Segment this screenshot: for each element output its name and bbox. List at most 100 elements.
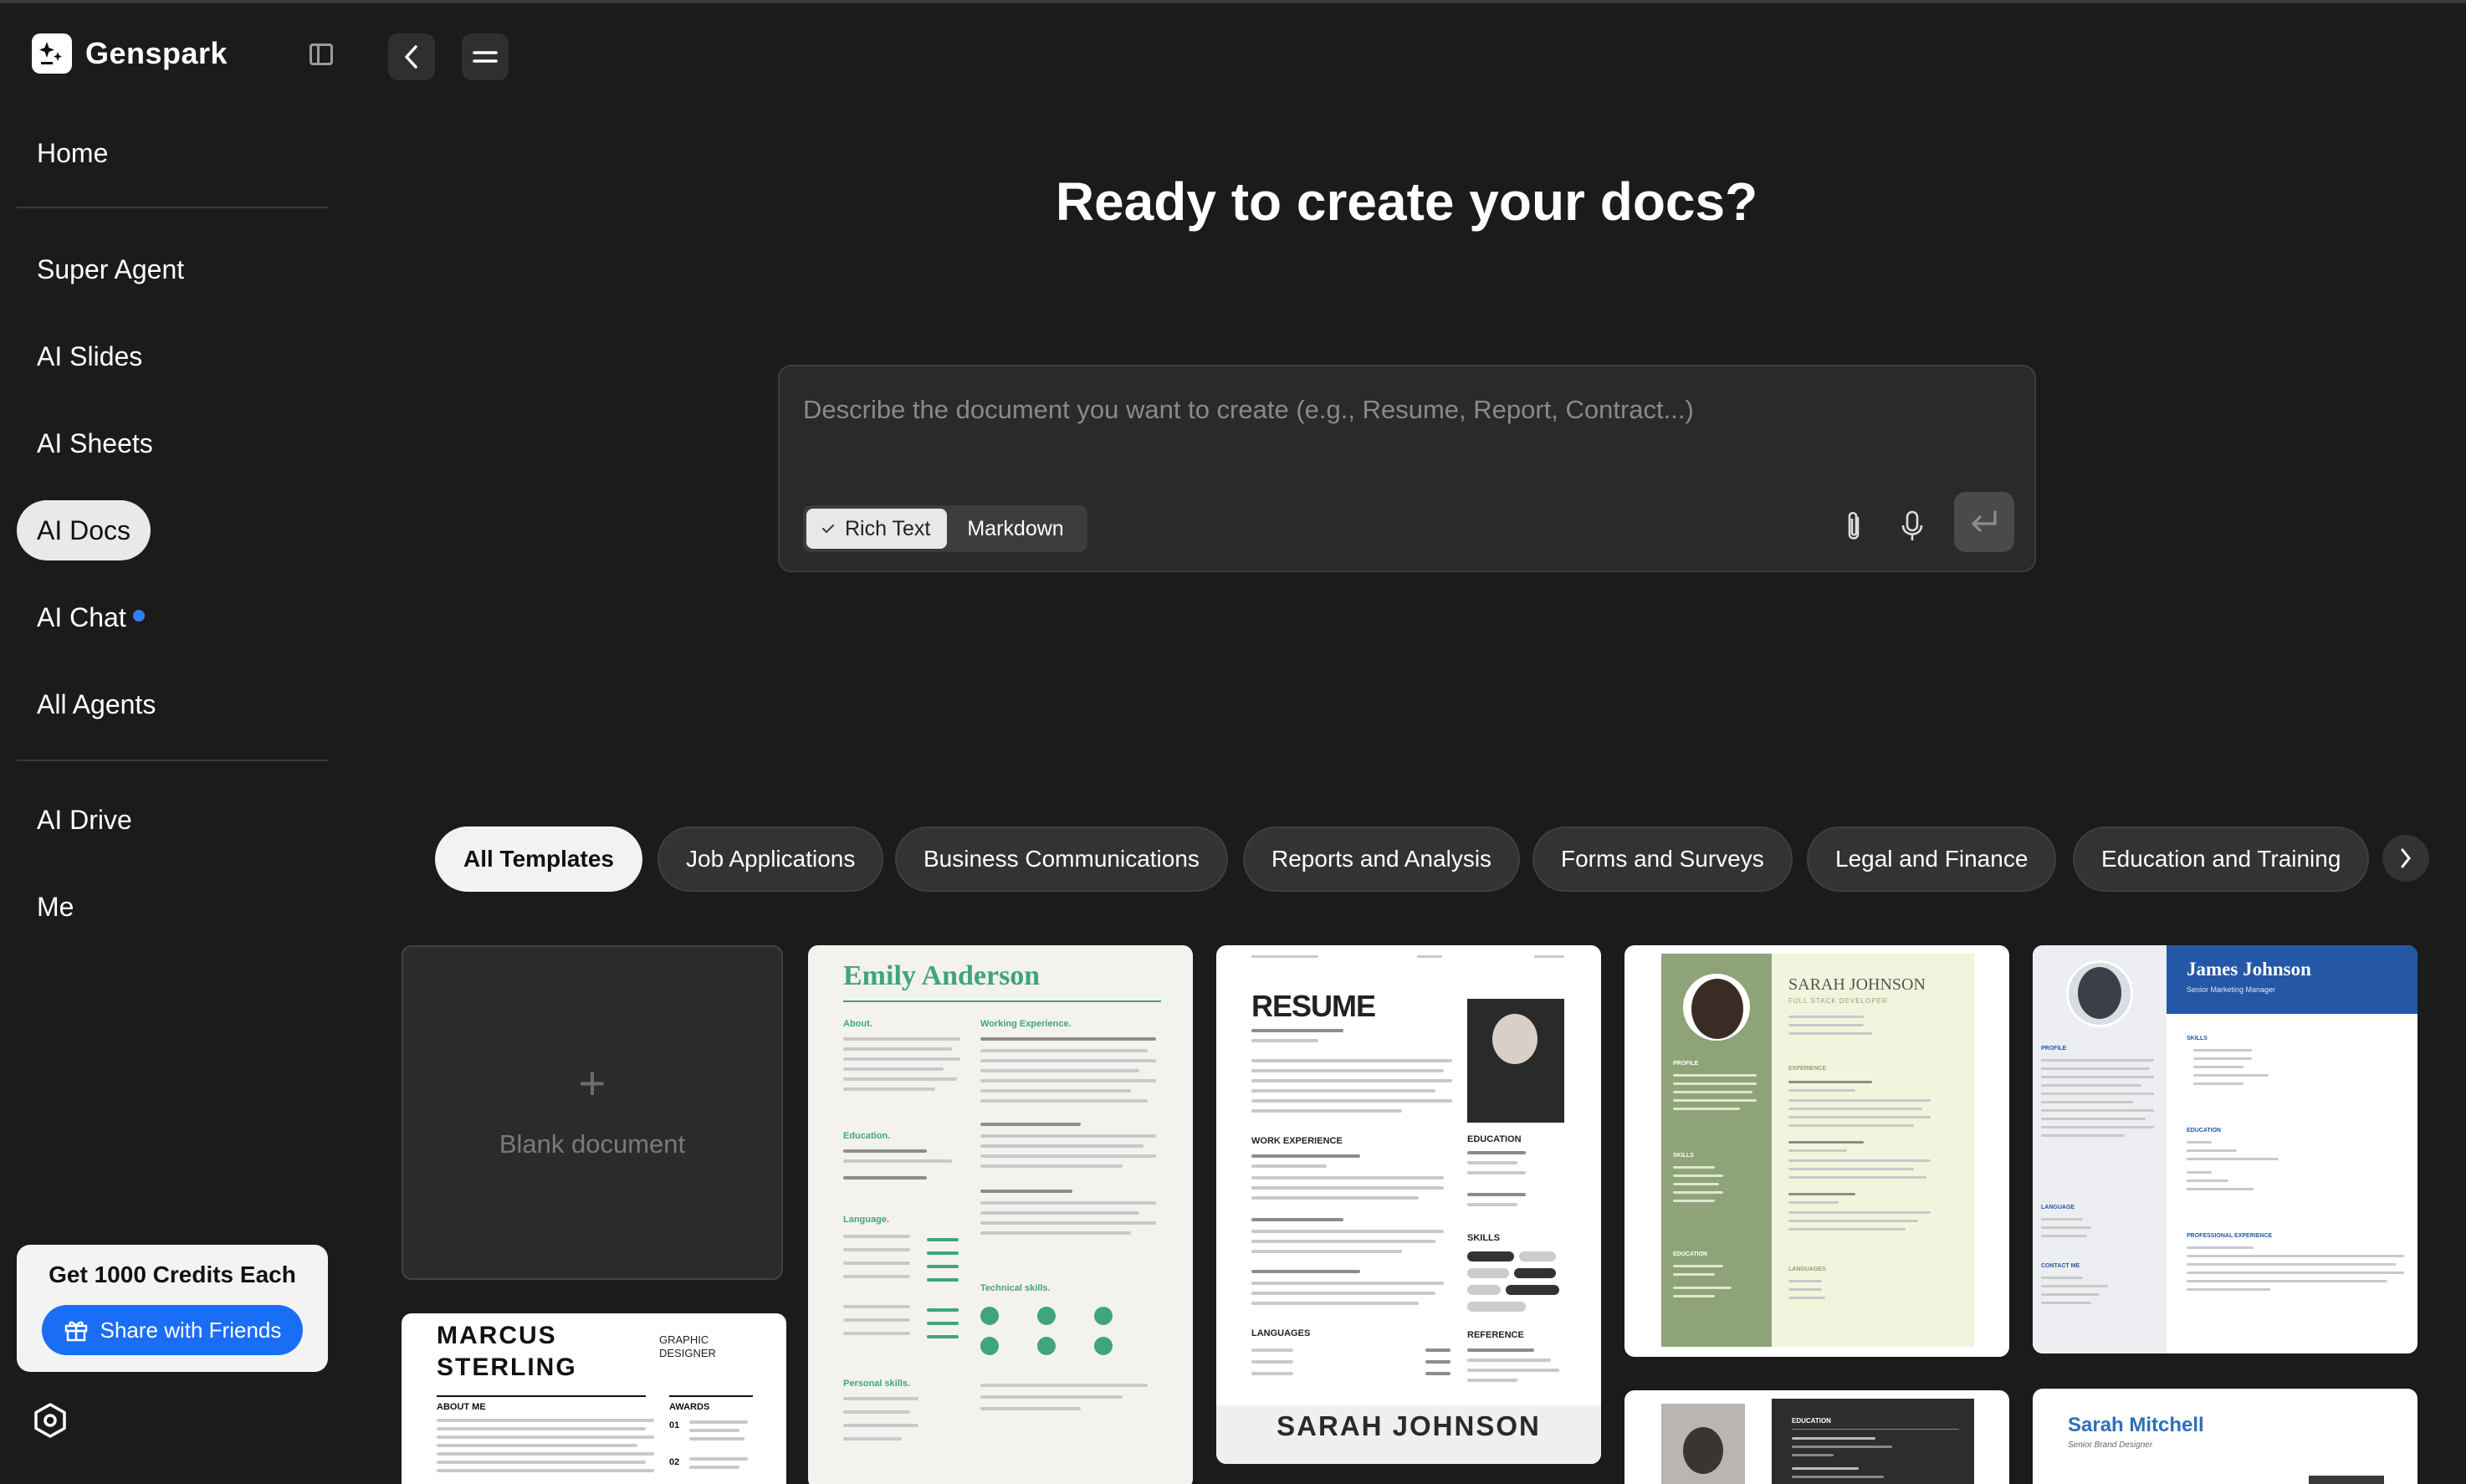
text-placeholder — [2041, 1126, 2154, 1128]
template-card-sarah-johnson-developer[interactable]: SARAH JOHNSON FULL STACK DEVELOPER PROFI… — [1624, 945, 2009, 1357]
app-logo[interactable]: Genspark — [32, 33, 228, 74]
settings-hexagon-icon[interactable] — [32, 1402, 69, 1439]
text-placeholder — [843, 1149, 927, 1153]
text-placeholder — [1251, 1348, 1293, 1352]
text-placeholder — [1251, 1360, 1293, 1364]
text-placeholder — [843, 1235, 910, 1238]
sidebar-item-ai-chat[interactable]: AI Chat — [17, 587, 165, 647]
section-heading: CONTACT ME — [2041, 1263, 2080, 1269]
format-option-rich-text[interactable]: Rich Text — [806, 509, 948, 549]
sidebar-item-label: AI Sheets — [37, 427, 153, 458]
plus-icon: + — [578, 1057, 606, 1109]
section-heading: PROFILE — [1673, 1061, 1699, 1067]
send-button[interactable] — [1954, 492, 2014, 552]
genspark-logo-icon — [32, 33, 72, 74]
text-placeholder — [1788, 1099, 1931, 1102]
paperclip-icon[interactable] — [1837, 505, 1870, 547]
chip-label: Job Applications — [686, 846, 856, 872]
categories-next-button[interactable] — [2382, 835, 2429, 882]
gift-icon — [64, 1321, 87, 1342]
section-heading: EDUCATION — [1467, 1134, 1522, 1144]
text-placeholder — [1673, 1200, 1715, 1202]
section-heading: Language. — [843, 1215, 890, 1225]
template-card-emily-anderson[interactable]: Emily Anderson About. Working Experience… — [808, 945, 1193, 1484]
prompt-box: Rich Text Markdown — [778, 365, 2036, 572]
text-placeholder — [1673, 1091, 1752, 1093]
text-placeholder — [843, 1057, 960, 1061]
skill-icon — [980, 1337, 999, 1355]
text-placeholder — [1673, 1191, 1723, 1194]
microphone-icon[interactable] — [1896, 505, 1929, 547]
text-placeholder — [1673, 1166, 1715, 1169]
text-placeholder — [843, 1067, 944, 1071]
text-placeholder — [2193, 1082, 2243, 1085]
share-with-friends-button[interactable]: Share with Friends — [42, 1305, 303, 1355]
section-heading: EXPERIENCE — [1788, 1066, 1827, 1072]
portrait-photo — [1691, 979, 1743, 1039]
section-heading: About. — [843, 1019, 872, 1029]
notification-dot — [132, 610, 145, 622]
sidebar-item-all-agents[interactable]: All Agents — [17, 674, 176, 734]
text-placeholder — [2041, 1293, 2100, 1296]
sidebar-item-super-agent[interactable]: Super Agent — [17, 239, 204, 299]
category-chip-reports-and-analysis[interactable]: Reports and Analysis — [1243, 826, 1521, 892]
skill-bar — [927, 1251, 959, 1255]
text-placeholder — [2041, 1101, 2133, 1103]
back-button[interactable] — [388, 33, 435, 80]
category-chip-education-and-training[interactable]: Education and Training — [2073, 826, 2370, 892]
text-placeholder — [1467, 1161, 1517, 1164]
template-card-james-johnson[interactable]: James Johnson Senior Marketing Manager P… — [2033, 945, 2417, 1354]
category-chip-all-templates[interactable]: All Templates — [435, 826, 642, 892]
template-role: Senior Marketing Manager — [2187, 985, 2276, 994]
text-placeholder — [1251, 1099, 1452, 1103]
sidebar: Genspark Home Super Agent AI Slides AI S… — [0, 3, 347, 1484]
sidebar-item-home[interactable]: Home — [17, 123, 128, 183]
sidebar-item-label: Home — [37, 137, 109, 168]
skill-tag — [1506, 1285, 1559, 1295]
chip-label: Business Communications — [923, 846, 1200, 872]
template-role: Senior Brand Designer — [2068, 1441, 2153, 1450]
text-placeholder — [1792, 1446, 1892, 1448]
sidebar-item-ai-sheets[interactable]: AI Sheets — [17, 413, 173, 473]
category-chip-job-applications[interactable]: Job Applications — [657, 826, 884, 892]
sidebar-item-me[interactable]: Me — [17, 877, 94, 937]
sidebar-collapse-icon[interactable] — [310, 43, 333, 65]
text-placeholder — [980, 1144, 1143, 1148]
text-placeholder — [1467, 1193, 1526, 1196]
section-heading: PROFESSIONAL EXPERIENCE — [2187, 1233, 2273, 1239]
sidebar-item-ai-drive[interactable]: AI Drive — [17, 790, 152, 850]
template-card-resume[interactable]: RESUME WORK EXPERIENCE EDUCATION SKILLS … — [1216, 945, 1601, 1464]
template-card-sarah-mitchell[interactable]: Sarah Mitchell Senior Brand Designer — [2033, 1389, 2417, 1484]
sidebar-item-ai-slides[interactable]: AI Slides — [17, 326, 162, 386]
text-placeholder — [980, 1395, 1123, 1399]
category-chip-business-communications[interactable]: Business Communications — [895, 826, 1228, 892]
dark-panel — [1772, 1399, 1974, 1484]
template-card-executive-resume[interactable]: EDUCATION — [1624, 1390, 2009, 1484]
text-placeholder — [2187, 1280, 2387, 1282]
text-placeholder — [2187, 1171, 2212, 1174]
text-placeholder — [1251, 955, 1318, 958]
text-placeholder — [2187, 1263, 2396, 1266]
skill-tag — [1467, 1302, 1526, 1312]
text-placeholder — [689, 1437, 744, 1441]
text-placeholder — [980, 1069, 1139, 1072]
text-placeholder — [1251, 1059, 1452, 1062]
template-role-line-1: GRAPHIC — [659, 1333, 709, 1346]
format-option-markdown[interactable]: Markdown — [947, 509, 1083, 549]
menu-button[interactable] — [462, 33, 509, 80]
text-placeholder — [2041, 1084, 2141, 1087]
section-heading: SKILLS — [2187, 1036, 2208, 1041]
template-card-marcus-sterling[interactable]: MARCUS STERLING GRAPHIC DESIGNER ABOUT M… — [402, 1313, 786, 1484]
category-chip-legal-and-finance[interactable]: Legal and Finance — [1807, 826, 2057, 892]
text-placeholder — [689, 1420, 748, 1424]
skill-bar — [927, 1265, 959, 1268]
blank-document-card[interactable]: + Blank document — [402, 945, 783, 1280]
text-placeholder — [1792, 1437, 1875, 1440]
text-placeholder — [437, 1419, 654, 1422]
document-prompt-input[interactable] — [803, 391, 2008, 428]
sidebar-item-ai-docs[interactable]: AI Docs — [17, 500, 151, 560]
section-heading: Working Experience. — [980, 1019, 1072, 1029]
category-chip-forms-and-surveys[interactable]: Forms and Surveys — [1532, 826, 1793, 892]
text-placeholder — [1788, 1159, 1931, 1162]
text-placeholder — [1673, 1108, 1740, 1110]
